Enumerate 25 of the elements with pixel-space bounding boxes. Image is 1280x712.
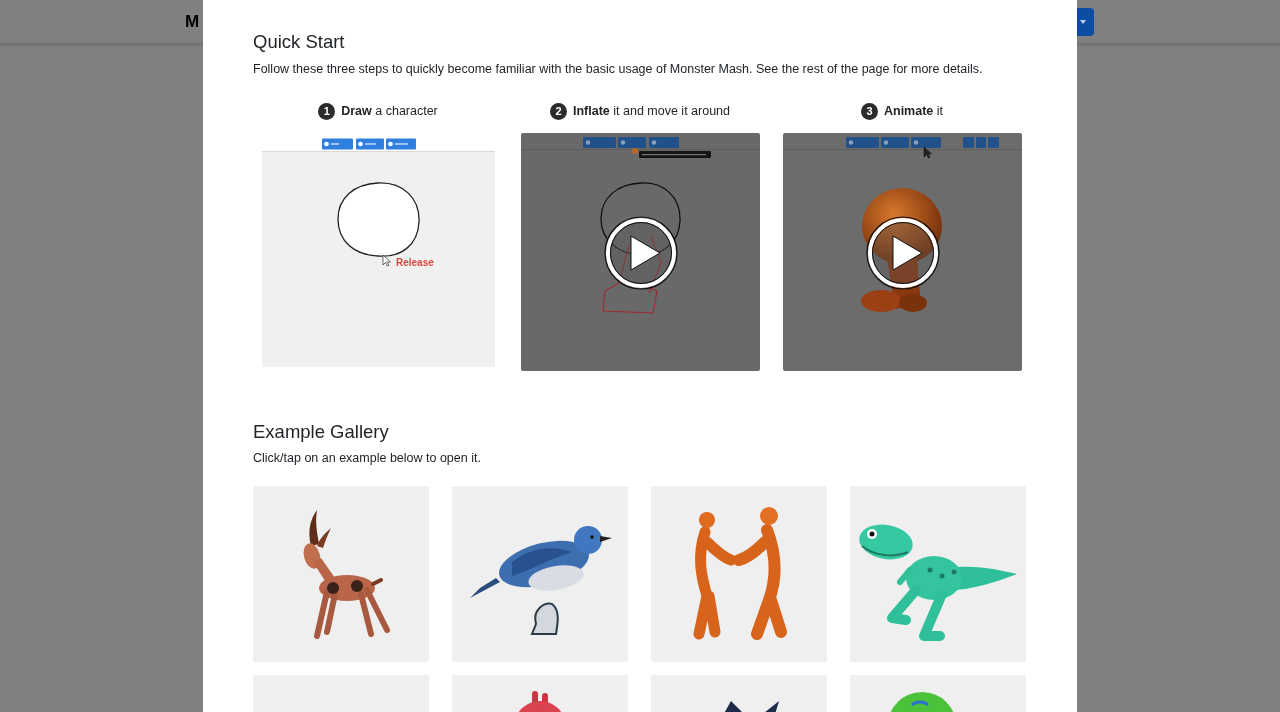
dropdown-button[interactable] <box>1077 7 1094 36</box>
step-title: Inflate it and move it around <box>573 103 730 120</box>
step-title: Draw a character <box>341 103 438 120</box>
section-heading: Example Gallery <box>253 420 390 444</box>
play-icon <box>865 216 940 290</box>
caret-icon <box>1080 19 1086 24</box>
section-heading: Quick Start <box>253 30 346 54</box>
blob-drawing <box>888 692 956 712</box>
step-number: 3 <box>860 102 878 120</box>
cursor-icon <box>923 146 932 159</box>
play-icon <box>603 216 678 290</box>
gallery-tile[interactable] <box>651 486 827 662</box>
step-number: 2 <box>550 102 567 120</box>
gallery-tile[interactable] <box>253 486 429 662</box>
step-title: Animate it <box>883 103 944 120</box>
video-thumbnail[interactable] <box>782 133 1022 371</box>
step-number: 1 <box>318 102 336 120</box>
cursor-icon <box>382 254 391 267</box>
site-title[interactable]: M <box>185 11 200 32</box>
video-thumbnail[interactable] <box>520 133 760 371</box>
section-description: Click/tap on an example below to open it. <box>253 450 482 467</box>
gallery-tile[interactable] <box>452 486 628 662</box>
release-label: Release <box>395 257 434 268</box>
gallery-tile[interactable] <box>850 486 1026 662</box>
section-description: Follow these three steps to quickly become familiar with the basic usage of Monster Mash. See the rest of the page for more details. <box>253 61 984 78</box>
